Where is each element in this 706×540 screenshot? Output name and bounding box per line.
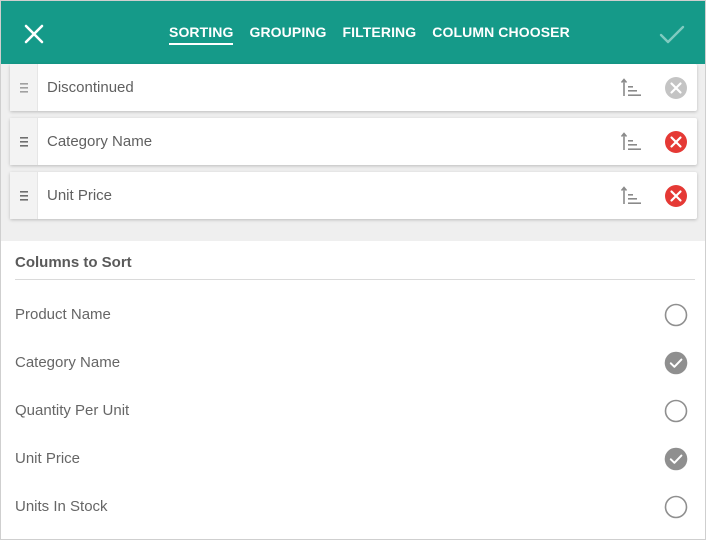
check-icon bbox=[659, 25, 685, 44]
sort-direction-button[interactable] bbox=[620, 76, 644, 100]
column-item-category-name[interactable]: Category Name bbox=[1, 339, 705, 387]
drag-handle[interactable] bbox=[10, 118, 38, 165]
tab-sorting[interactable]: SORTING bbox=[161, 1, 241, 64]
tab-bar: SORTING GROUPING FILTERING COLUMN CHOOSE… bbox=[161, 1, 578, 64]
column-item-quantity-per-unit[interactable]: Quantity Per Unit bbox=[1, 387, 705, 435]
unchecked-circle-icon[interactable] bbox=[664, 495, 688, 519]
column-item-label: Unit Price bbox=[15, 450, 81, 467]
unchecked-circle-icon[interactable] bbox=[664, 303, 688, 327]
remove-sort-button[interactable] bbox=[664, 184, 688, 208]
tab-filtering[interactable]: FILTERING bbox=[335, 1, 425, 64]
column-item-label: Quantity Per Unit bbox=[15, 402, 130, 419]
tab-filtering-label: FILTERING bbox=[342, 24, 417, 40]
sort-direction-button[interactable] bbox=[620, 184, 644, 208]
sort-ascending-icon bbox=[620, 186, 641, 204]
tab-grouping[interactable]: GROUPING bbox=[241, 1, 334, 64]
column-item-label: Product Name bbox=[15, 306, 111, 323]
sort-ascending-icon bbox=[620, 78, 641, 96]
close-icon bbox=[24, 24, 44, 44]
drag-handle-icon bbox=[19, 136, 28, 147]
sort-list: Discontinued Category Name Unit Price bbox=[1, 64, 705, 241]
sort-item-label: Discontinued bbox=[47, 79, 134, 96]
remove-disabled-icon bbox=[665, 77, 687, 99]
checked-circle-icon[interactable] bbox=[664, 447, 688, 471]
sort-ascending-icon bbox=[620, 132, 641, 150]
apply-button[interactable] bbox=[652, 15, 692, 55]
tab-sorting-label: SORTING bbox=[169, 24, 234, 40]
sort-dialog: SORTING GROUPING FILTERING COLUMN CHOOSE… bbox=[0, 0, 706, 540]
dialog-header: SORTING GROUPING FILTERING COLUMN CHOOSE… bbox=[1, 1, 705, 64]
section-divider bbox=[15, 279, 695, 280]
close-button[interactable] bbox=[14, 14, 54, 54]
column-item-label: Units In Stock bbox=[15, 498, 108, 515]
tab-grouping-label: GROUPING bbox=[249, 24, 327, 40]
sort-item-label: Unit Price bbox=[47, 187, 113, 204]
sort-item-discontinued: Discontinued bbox=[10, 64, 697, 111]
active-tab-indicator bbox=[169, 43, 234, 45]
drag-handle-icon bbox=[19, 82, 28, 93]
drag-handle-icon bbox=[19, 190, 28, 201]
remove-icon bbox=[665, 185, 687, 207]
remove-sort-button[interactable] bbox=[664, 130, 688, 154]
columns-section-title: Columns to Sort bbox=[15, 254, 132, 271]
drag-handle[interactable] bbox=[10, 172, 38, 219]
sort-direction-button[interactable] bbox=[620, 130, 644, 154]
tab-column-chooser-label: COLUMN CHOOSER bbox=[432, 24, 570, 40]
remove-icon bbox=[665, 131, 687, 153]
column-item-units-in-stock[interactable]: Units In Stock bbox=[1, 483, 705, 531]
column-item-unit-price[interactable]: Unit Price bbox=[1, 435, 705, 483]
column-item-label: Category Name bbox=[15, 354, 121, 371]
checked-circle-icon[interactable] bbox=[664, 351, 688, 375]
remove-sort-button[interactable] bbox=[664, 76, 688, 100]
tab-column-chooser[interactable]: COLUMN CHOOSER bbox=[424, 1, 578, 64]
drag-handle[interactable] bbox=[10, 64, 38, 111]
unchecked-circle-icon[interactable] bbox=[664, 399, 688, 423]
column-item-product-name[interactable]: Product Name bbox=[1, 291, 705, 339]
sort-item-label: Category Name bbox=[47, 133, 153, 150]
sort-item-unit-price: Unit Price bbox=[10, 172, 697, 219]
sort-item-category-name: Category Name bbox=[10, 118, 697, 165]
